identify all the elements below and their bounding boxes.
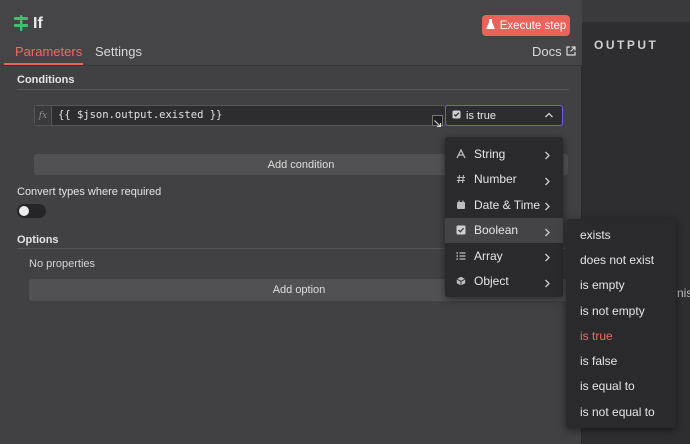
- condition-operator-value: is true: [466, 109, 496, 122]
- operator-type-menu: String Number Date & Time Boolean Array: [445, 137, 563, 297]
- menu-item-label: Array: [474, 248, 503, 263]
- chevron-right-icon: [543, 200, 551, 214]
- options-section-label: Options: [17, 234, 59, 246]
- calendar-icon: [456, 200, 466, 210]
- chevron-right-icon: [543, 175, 551, 189]
- menu-item-number[interactable]: Number: [445, 167, 563, 193]
- chevron-right-icon: [543, 226, 551, 240]
- conditions-divider: [17, 89, 569, 90]
- flask-icon: [485, 19, 495, 32]
- menu-item-string[interactable]: String: [445, 141, 563, 167]
- operator-is-equal-to[interactable]: is equal to: [566, 374, 676, 399]
- condition-expression-value: {{ $json.output.existed }}: [58, 109, 223, 121]
- toggle-knob: [19, 206, 29, 216]
- menu-item-date-time[interactable]: Date & Time: [445, 192, 563, 218]
- execute-step-button[interactable]: Execute step: [482, 15, 570, 36]
- list-icon: [456, 251, 466, 261]
- tab-parameters[interactable]: Parameters: [15, 44, 82, 59]
- fx-icon: fx: [35, 106, 52, 125]
- condition-operator-select[interactable]: is true: [445, 105, 563, 126]
- chevron-right-icon: [543, 149, 551, 163]
- no-properties-text: No properties: [29, 258, 96, 270]
- if-node-icon: [12, 14, 30, 32]
- operator-is-true[interactable]: is true: [566, 323, 676, 348]
- operator-exists[interactable]: exists: [566, 222, 676, 247]
- docs-link[interactable]: Docs: [532, 44, 576, 59]
- condition-expression-field[interactable]: fx {{ $json.output.existed }}: [34, 105, 446, 126]
- operator-is-empty[interactable]: is empty: [566, 273, 676, 298]
- checkbox-icon: [456, 225, 466, 235]
- menu-item-array[interactable]: Array: [445, 243, 563, 269]
- operator-is-false[interactable]: is false: [566, 348, 676, 373]
- hash-icon: [456, 174, 466, 184]
- menu-item-label: String: [474, 146, 506, 161]
- convert-types-toggle[interactable]: [17, 204, 46, 218]
- chevron-up-icon: [544, 110, 554, 123]
- node-title: If: [33, 15, 43, 32]
- chevron-right-icon: [543, 277, 551, 291]
- execute-step-label: Execute step: [499, 19, 567, 32]
- convert-types-label: Convert types where required: [17, 186, 162, 198]
- cube-icon: [456, 276, 466, 286]
- menu-item-boolean[interactable]: Boolean: [445, 217, 563, 243]
- conditions-section-label: Conditions: [17, 74, 75, 86]
- text-type-icon: [456, 148, 466, 159]
- menu-item-label: Date & Time: [474, 197, 541, 212]
- output-partial-text: nis: [677, 286, 690, 300]
- operator-is-not-empty[interactable]: is not empty: [566, 298, 676, 323]
- header-divider: [0, 65, 582, 66]
- output-panel-topbar: [580, 0, 690, 22]
- output-label: OUTPUT: [594, 38, 659, 52]
- expand-editor-icon[interactable]: [432, 115, 443, 128]
- chevron-right-icon: [543, 251, 551, 265]
- menu-item-label: Number: [474, 172, 517, 187]
- checkbox-icon: [452, 110, 461, 122]
- menu-item-label: Boolean: [474, 223, 519, 238]
- operator-does-not-exist[interactable]: does not exist: [566, 247, 676, 272]
- tab-settings[interactable]: Settings: [95, 44, 142, 59]
- operator-is-not-equal-to[interactable]: is not equal to: [566, 399, 676, 424]
- menu-item-object[interactable]: Object: [445, 269, 563, 295]
- menu-item-label: Object: [474, 274, 509, 289]
- boolean-operator-submenu: exists does not exist is empty is not em…: [566, 219, 676, 428]
- external-link-icon: [566, 44, 576, 59]
- docs-label: Docs: [532, 44, 562, 59]
